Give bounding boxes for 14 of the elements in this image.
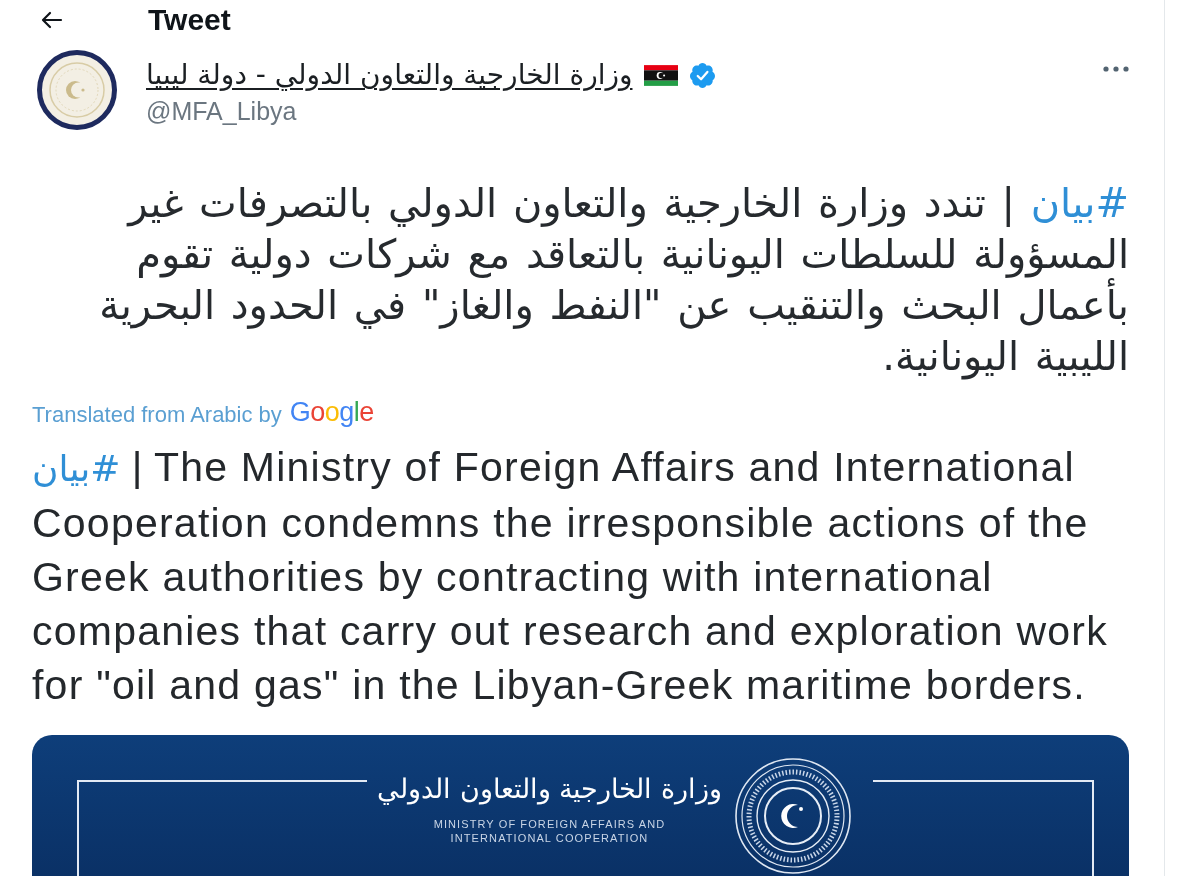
profile-avatar[interactable] xyxy=(37,50,117,130)
more-options-icon[interactable] xyxy=(1103,66,1129,72)
seal-emblem-icon xyxy=(734,757,852,875)
translation-note: Translated from Arabic by xyxy=(32,402,282,428)
google-logo: Google xyxy=(289,396,374,428)
hashtag-link[interactable]: #بيان xyxy=(32,448,121,489)
page-title: Tweet xyxy=(148,3,231,37)
author-name-link[interactable]: وزارة الخارجية والتعاون الدولي - دولة ليبيا xyxy=(146,58,633,92)
ministry-name-caption: MINISTRY OF FOREIGN AFFAIRS AND INTERNATIONAL COOPERATION xyxy=(432,817,667,845)
tweet-text: #بيان | تندد وزارة الخارجية والتعاون الدولي بالتصرفات غير المسؤولة للسلطات اليونانية بالتعاقد مع شركات دولية تقوم بأعمال البحث والتنقيب عن "النفط والغاز" في الحدود البحرية الليبية اليونانية. xyxy=(98,179,1129,382)
author-handle[interactable]: @MFA_Libya xyxy=(146,96,297,126)
hashtag-link[interactable]: #بيان xyxy=(1030,180,1129,226)
ministry-name-calligraphy: وزارة الخارجية والتعاون الدولي xyxy=(377,772,722,807)
flag-icon xyxy=(644,64,679,86)
